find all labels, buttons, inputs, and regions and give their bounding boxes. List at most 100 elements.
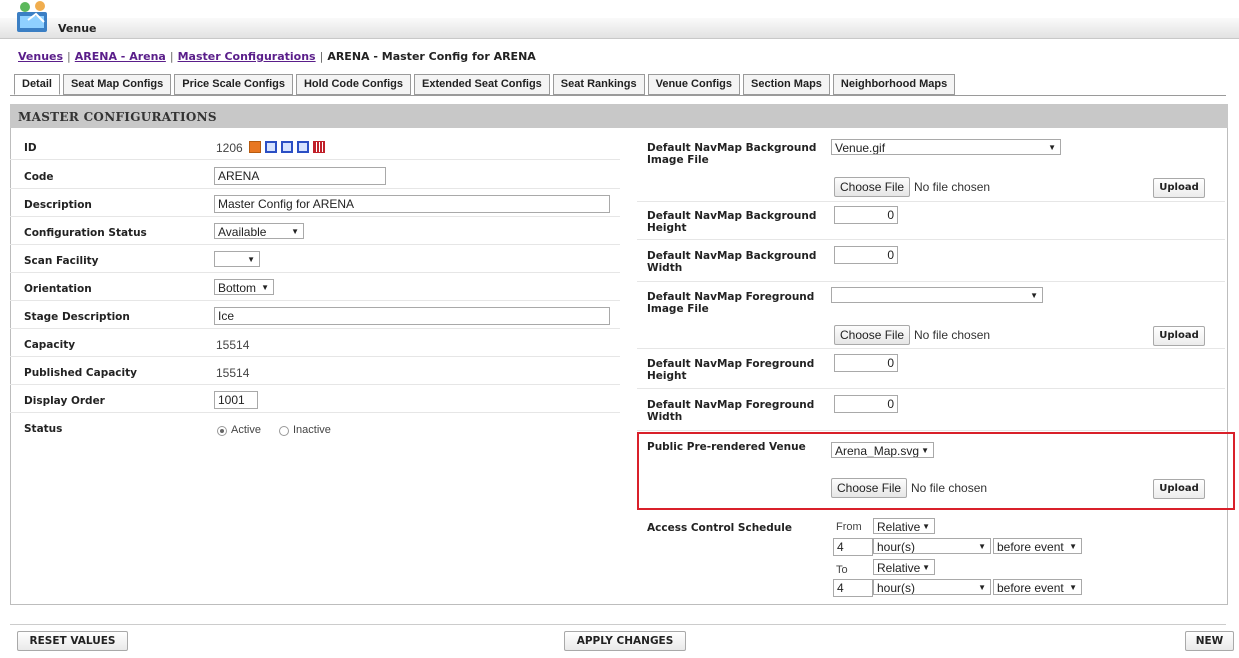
image-icon[interactable]	[249, 141, 261, 153]
chevron-down-icon: ▼	[922, 522, 930, 531]
fg-choose-file-button[interactable]: Choose File	[834, 325, 911, 345]
from-relation-value: before event	[997, 540, 1064, 554]
row-orientation	[10, 273, 620, 301]
code-input[interactable]	[214, 167, 386, 185]
prerendered-choose-file-button[interactable]: Choose File	[831, 478, 908, 498]
row-scan-facility	[10, 245, 620, 273]
status-active-radio[interactable]	[217, 426, 227, 436]
tab-extended-seat-configs[interactable]: Extended Seat Configs	[413, 74, 550, 95]
from-unit-select[interactable]: hour(s) ▼	[873, 538, 991, 554]
tab-venue-configs[interactable]: Venue Configs	[647, 74, 740, 95]
tab-seat-map-configs[interactable]: Seat Map Configs	[62, 74, 172, 95]
chevron-down-icon: ▼	[1069, 542, 1077, 551]
chevron-down-icon: ▼	[978, 583, 986, 592]
description-label: Description	[24, 199, 92, 211]
id-value: 1206	[216, 141, 243, 155]
scan-facility-select[interactable]: ▼	[214, 251, 260, 267]
fg-upload-button[interactable]: Upload	[1153, 326, 1205, 346]
prerendered-venue-select[interactable]: Arena_Map.svg ▼	[831, 442, 934, 458]
map-frame-icon[interactable]	[265, 141, 277, 153]
tab-section-maps[interactable]: Section Maps	[743, 74, 830, 95]
bg-height-label: Default NavMap Background Height	[647, 210, 817, 234]
chevron-down-icon: ▼	[1030, 291, 1038, 300]
from-relation-select[interactable]: before event ▼	[993, 538, 1082, 554]
stage-description-label: Stage Description	[24, 311, 130, 323]
tab-seat-rankings[interactable]: Seat Rankings	[552, 74, 645, 95]
app-title: Venue	[58, 22, 97, 35]
prerendered-upload-button[interactable]: Upload	[1153, 479, 1205, 499]
to-mode-select[interactable]: Relative ▼	[873, 559, 935, 575]
tab-detail[interactable]: Detail	[14, 74, 60, 95]
to-unit-select[interactable]: hour(s) ▼	[873, 579, 991, 595]
orientation-value: Bottom	[218, 281, 257, 295]
configuration-status-value: Available	[218, 225, 267, 239]
orientation-select[interactable]: Bottom ▼	[214, 279, 274, 295]
bg-upload-button[interactable]: Upload	[1153, 178, 1205, 198]
tab-bar: Detail Seat Map Configs Price Scale Conf…	[14, 74, 958, 96]
scan-facility-label: Scan Facility	[24, 255, 99, 267]
map-frame-icon[interactable]	[281, 141, 293, 153]
fg-height-label: Default NavMap Foreground Height	[647, 358, 815, 382]
chevron-down-icon: ▼	[1069, 583, 1077, 592]
bg-image-value: Venue.gif	[835, 141, 886, 155]
from-mode-select[interactable]: Relative ▼	[873, 518, 935, 534]
bg-image-select[interactable]: Venue.gif ▼	[831, 139, 1061, 155]
fg-no-file-text: No file chosen	[914, 328, 991, 342]
bg-choose-file-button[interactable]: Choose File	[834, 177, 911, 197]
capacity-value: 15514	[216, 338, 250, 352]
tab-price-scale-configs[interactable]: Price Scale Configs	[174, 74, 293, 95]
tab-hold-code-configs[interactable]: Hold Code Configs	[295, 74, 411, 95]
breadcrumb-current: ARENA - Master Config for ARENA	[327, 50, 536, 63]
fg-width-label: Default NavMap Foreground Width	[647, 399, 815, 423]
to-amount-input[interactable]	[833, 579, 873, 597]
configuration-status-select[interactable]: Available ▼	[214, 223, 304, 239]
bg-width-input[interactable]	[834, 246, 898, 264]
title-bar	[0, 18, 1239, 39]
capacity-label: Capacity	[24, 339, 76, 351]
fg-image-label: Default NavMap Foreground Image File	[647, 291, 815, 315]
bg-height-input[interactable]	[834, 206, 898, 224]
seat-grid-icon[interactable]	[313, 141, 325, 153]
new-button[interactable]: NEW	[1185, 631, 1234, 651]
description-input[interactable]	[214, 195, 610, 213]
bg-width-label: Default NavMap Background Width	[647, 250, 817, 274]
to-label: To	[836, 564, 848, 576]
chevron-down-icon: ▼	[922, 563, 930, 572]
status-label: Status	[24, 423, 63, 435]
chevron-down-icon: ▼	[978, 542, 986, 551]
status-active-label: Active	[231, 424, 261, 436]
status-inactive-radio[interactable]	[279, 426, 289, 436]
breadcrumb-venues[interactable]: Venues	[18, 50, 63, 63]
tab-neighborhood-maps[interactable]: Neighborhood Maps	[832, 74, 956, 95]
chevron-down-icon: ▼	[247, 255, 255, 264]
to-unit-value: hour(s)	[877, 581, 916, 595]
breadcrumb-separator: |	[67, 50, 71, 63]
chevron-down-icon: ▼	[1048, 143, 1056, 152]
fg-image-select[interactable]: ▼	[831, 287, 1043, 303]
access-control-schedule-label: Access Control Schedule	[647, 522, 793, 534]
from-amount-input[interactable]	[833, 538, 873, 556]
status-inactive-label: Inactive	[293, 424, 331, 436]
prerendered-venue-label: Public Pre-rendered Venue	[647, 441, 806, 453]
published-capacity-value: 15514	[216, 366, 250, 380]
row-capacity	[10, 329, 620, 357]
reset-values-button[interactable]: RESET VALUES	[17, 631, 128, 651]
breadcrumb-master-configurations[interactable]: Master Configurations	[178, 50, 316, 63]
stage-description-input[interactable]	[214, 307, 610, 325]
map-frame-icon[interactable]	[297, 141, 309, 153]
to-relation-select[interactable]: before event ▼	[993, 579, 1082, 595]
breadcrumb-venue[interactable]: ARENA - Arena	[75, 50, 166, 63]
footer-divider	[10, 624, 1226, 625]
fg-height-input[interactable]	[834, 354, 898, 372]
chevron-down-icon: ▼	[291, 227, 299, 236]
fg-width-input[interactable]	[834, 395, 898, 413]
prerendered-venue-value: Arena_Map.svg	[835, 444, 920, 458]
apply-changes-button[interactable]: APPLY CHANGES	[564, 631, 686, 651]
panel-title: MASTER CONFIGURATIONS	[18, 110, 217, 124]
orientation-label: Orientation	[24, 283, 92, 295]
chevron-down-icon: ▼	[921, 446, 929, 455]
display-order-label: Display Order	[24, 395, 105, 407]
bg-image-label: Default NavMap Background Image File	[647, 142, 817, 166]
from-label: From	[836, 521, 862, 533]
display-order-input[interactable]	[214, 391, 258, 409]
